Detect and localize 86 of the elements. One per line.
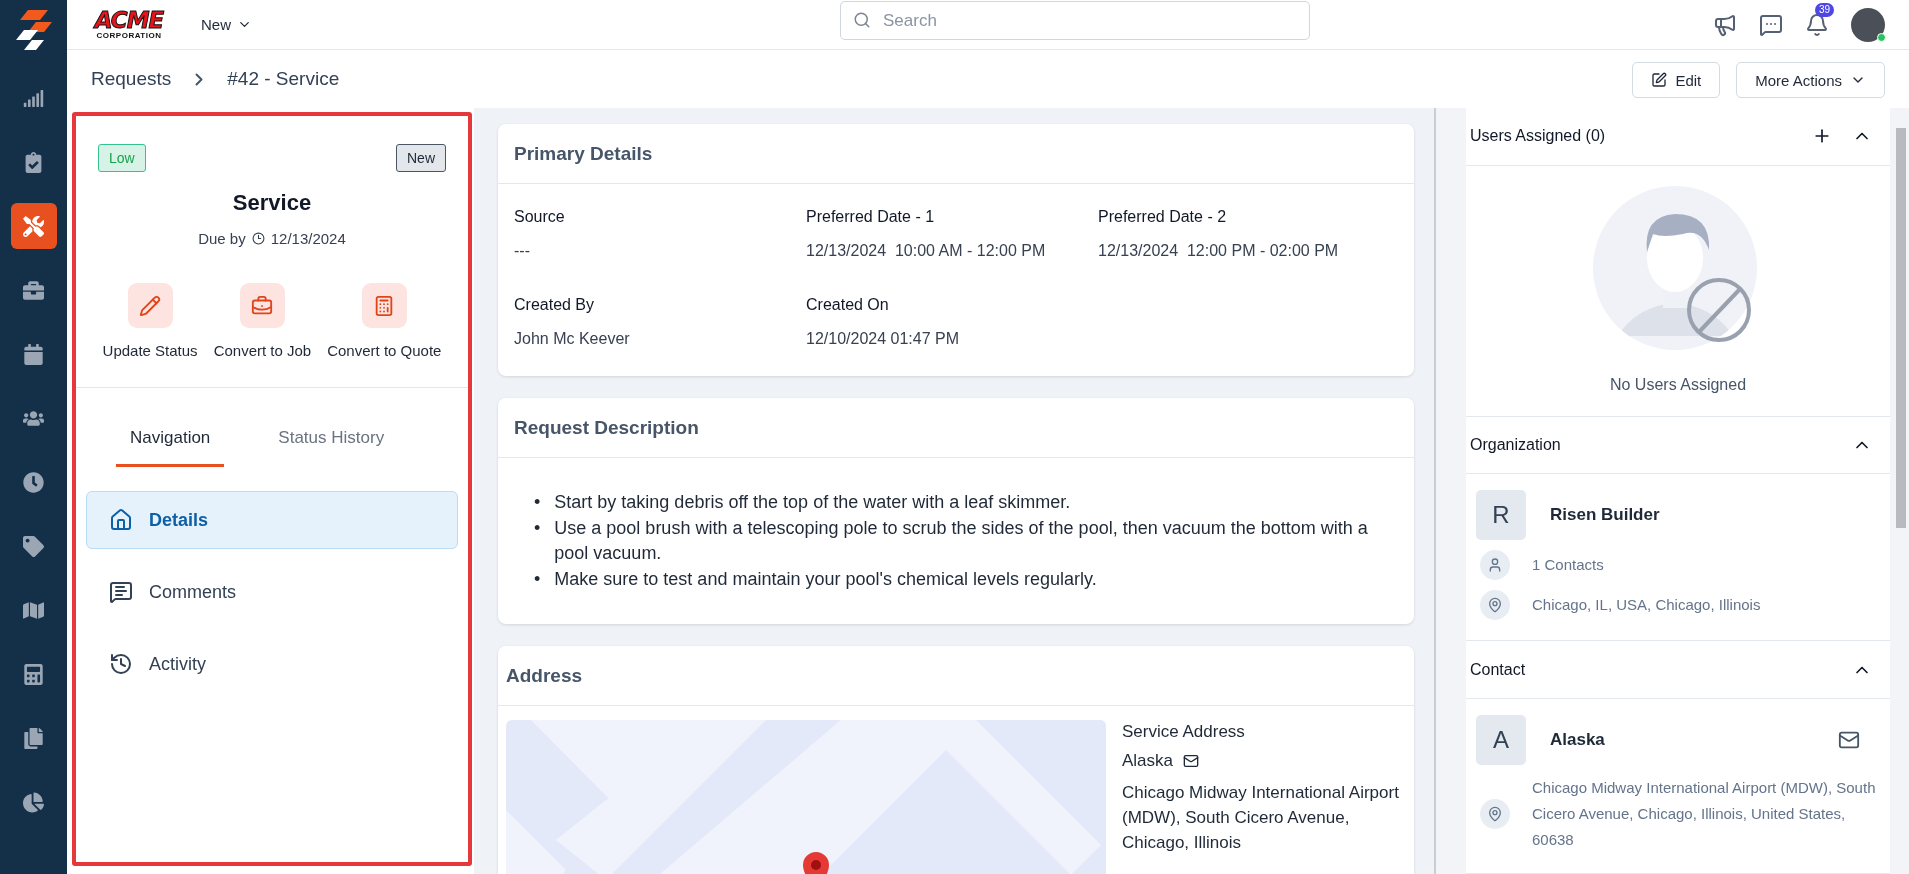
priority-badge: Low bbox=[98, 144, 146, 172]
panel-tab[interactable]: Status History bbox=[264, 428, 399, 467]
breadcrumb-current: #42 - Service bbox=[227, 68, 340, 90]
briefcase-icon bbox=[251, 294, 274, 317]
pencil-icon bbox=[139, 294, 162, 317]
megaphone-icon[interactable] bbox=[1713, 12, 1737, 37]
card-title: Address bbox=[506, 664, 583, 687]
chat-icon[interactable] bbox=[1759, 12, 1783, 37]
empty-message: No Users Assigned bbox=[1609, 375, 1747, 394]
sidebar-item[interactable] bbox=[10, 203, 57, 249]
comment-icon bbox=[109, 580, 133, 604]
nav-item[interactable]: Details bbox=[86, 491, 458, 549]
home-icon bbox=[109, 508, 133, 532]
field-value: 12/13/2024 10:00 AM - 12:00 PM bbox=[806, 242, 1047, 260]
contact-name: Alaska bbox=[1122, 751, 1174, 771]
mail-icon[interactable] bbox=[1838, 729, 1860, 751]
quick-action-button[interactable]: Convert to Job bbox=[213, 283, 312, 359]
pie-chart-icon bbox=[23, 791, 44, 813]
edit-icon bbox=[1651, 72, 1668, 88]
contacts-count: 1 Contacts bbox=[1532, 555, 1604, 576]
field-value: --- bbox=[514, 242, 531, 260]
card-title: Primary Details bbox=[514, 142, 653, 165]
description-item: Make sure to test and maintain your pool's chemical levels regularly. bbox=[554, 568, 1097, 591]
bullet: • bbox=[534, 491, 541, 514]
organization-location: Chicago, IL, USA, Chicago, Illinois bbox=[1532, 595, 1761, 616]
quick-action-button[interactable]: Update Status bbox=[102, 283, 198, 359]
calendar-icon bbox=[23, 343, 44, 365]
contact-initial: A bbox=[1476, 715, 1526, 765]
address-text: Chicago Midway International Airport (MDW), South Cicero Avenue, Chicago, Illinois bbox=[1122, 782, 1400, 854]
new-menu-button[interactable]: New bbox=[195, 15, 258, 34]
nav-item[interactable]: Activity bbox=[86, 635, 458, 693]
description-item: Start by taking debris off the top of the water with a leaf skimmer. bbox=[554, 491, 1071, 514]
section-title: Users Assigned (0) bbox=[1470, 127, 1607, 146]
user-avatar[interactable] bbox=[1851, 7, 1885, 42]
clock-icon bbox=[251, 232, 265, 245]
field-label: Preferred Date - 2 bbox=[1098, 208, 1228, 226]
app-logo[interactable] bbox=[13, 8, 54, 52]
tools-icon bbox=[23, 215, 44, 237]
mail-icon[interactable] bbox=[1183, 753, 1200, 769]
due-date: 12/13/2024 bbox=[270, 230, 346, 247]
field-label: Created On bbox=[806, 296, 890, 314]
breadcrumb-link[interactable]: Requests bbox=[91, 68, 172, 90]
due-label: Due by bbox=[198, 230, 246, 247]
briefcase-icon bbox=[23, 279, 44, 301]
scrollbar[interactable] bbox=[1896, 128, 1906, 528]
field-value: 12/10/2024 01:47 PM bbox=[806, 330, 960, 348]
search-field[interactable]: Search bbox=[840, 1, 1310, 40]
section-title: Organization bbox=[1470, 436, 1562, 454]
breadcrumb-separator-icon bbox=[195, 72, 204, 86]
section-title: Contact bbox=[1470, 660, 1527, 679]
contact-name: Alaska bbox=[1550, 730, 1606, 750]
description-item: Use a pool brush with a telescoping pole to scrub the sides of the pool, then vacuum the bottom with a pool vacuum. bbox=[554, 517, 1369, 565]
nav-item[interactable]: Comments bbox=[86, 563, 458, 621]
person-icon bbox=[1480, 550, 1510, 581]
bar-chart-icon bbox=[23, 87, 44, 109]
contact-address: Chicago Midway International Airport (MDW), South Cicero Avenue, Chicago, Illinois, United States, 60638 bbox=[1532, 778, 1877, 850]
notification-icon[interactable] bbox=[1805, 12, 1829, 37]
request-title: Service bbox=[232, 190, 312, 216]
bullet: • bbox=[534, 517, 541, 540]
card-title: Request Description bbox=[514, 416, 699, 439]
organization-name: Risen Builder bbox=[1550, 505, 1661, 526]
panel-tab[interactable]: Navigation bbox=[116, 428, 225, 467]
field-label: Preferred Date - 1 bbox=[806, 208, 936, 226]
map-icon bbox=[23, 599, 44, 621]
tag-icon bbox=[23, 535, 44, 557]
address-label: Service Address bbox=[1122, 722, 1246, 742]
location-icon bbox=[1480, 590, 1510, 621]
location-icon bbox=[1480, 799, 1510, 829]
field-value: 12/13/2024 12:00 PM - 02:00 PM bbox=[1098, 242, 1340, 260]
search-icon bbox=[853, 11, 871, 29]
clock-icon bbox=[23, 471, 44, 493]
status-badge: New bbox=[396, 144, 446, 172]
organization-initial: R bbox=[1476, 490, 1526, 541]
field-label: Created By bbox=[514, 296, 596, 314]
edit-button[interactable]: Edit bbox=[1632, 62, 1721, 98]
more-actions-button[interactable]: More Actions bbox=[1736, 62, 1885, 98]
files-icon bbox=[23, 727, 44, 749]
company-logo[interactable]: ACME CORPORATION bbox=[91, 9, 167, 40]
clipboard-check-icon bbox=[23, 151, 44, 173]
field-value: John Mc Keever bbox=[514, 330, 631, 348]
quick-action-button[interactable]: Convert to Quote bbox=[327, 283, 442, 359]
bullet: • bbox=[534, 568, 541, 591]
notification-count: 39 bbox=[1815, 2, 1835, 17]
calculator-icon bbox=[23, 663, 44, 685]
field-label: Source bbox=[514, 208, 566, 226]
history-icon bbox=[109, 652, 133, 676]
